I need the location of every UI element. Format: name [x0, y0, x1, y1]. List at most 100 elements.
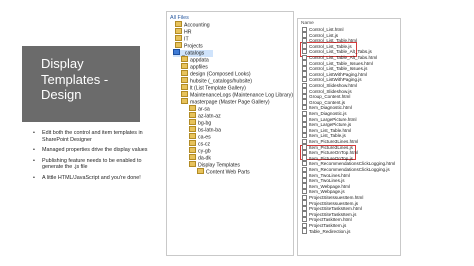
- file-name: Item_RecommendationsClickLogging.js: [309, 167, 390, 172]
- folder-icon: [189, 133, 196, 139]
- file-row[interactable]: ProjectTaskItem.js: [302, 222, 347, 229]
- folder-icon: [189, 105, 196, 111]
- file-row[interactable]: Item_Webpage.js: [302, 188, 345, 195]
- file-row[interactable]: Control_List_Table.html: [302, 37, 358, 44]
- file-row[interactable]: Control_List.html: [302, 26, 343, 33]
- folder-icon: [189, 161, 196, 167]
- file-name: Item_Picture3Lines.js: [309, 144, 353, 150]
- file-name: Item_RecommendationsClickLogging.html: [309, 161, 396, 167]
- file-name: Item_PictureOnTop.js: [309, 155, 353, 161]
- file-name: Item_TwoLines.html: [309, 172, 350, 178]
- file-name: ProjectSiteTasksItem.js: [309, 211, 357, 217]
- file-row[interactable]: Control_ListWithPaging.js: [302, 76, 362, 83]
- file-name: Item_Webpage.html: [309, 183, 351, 189]
- file-row[interactable]: Control_List_Table_Alt_Tabs.js: [302, 48, 372, 55]
- file-name: ProjectSiteIssuesItem.html: [309, 195, 364, 200]
- file-name: Control_ListWithPaging.html: [309, 71, 367, 77]
- file-row[interactable]: Item_Webpage.html: [302, 183, 351, 189]
- folder-icon: [175, 35, 182, 41]
- file-name: Item_TwoLines.js: [309, 178, 345, 184]
- folder-icon: [189, 126, 196, 132]
- file-row[interactable]: Control_List_Table.js: [302, 43, 352, 49]
- file-row[interactable]: Item_Diagnostic.html: [302, 104, 352, 111]
- file-name: Item_LargePicture.html: [309, 116, 357, 122]
- tree-item-catalogs[interactable]: _catalogs: [173, 49, 213, 57]
- file-list-panel: Name Control_List.html Control_List.js Con…: [297, 18, 401, 256]
- file-row[interactable]: Item_Picture3Lines.html: [302, 138, 358, 145]
- file-name: Control_List_Table.js: [309, 43, 352, 49]
- file-name: Group_Content.html: [309, 94, 351, 100]
- file-name: Control_Slideshow.js: [309, 88, 352, 94]
- file-name: ProjectTaskItem.html: [309, 217, 352, 223]
- file-name: Item_List_Table.html: [309, 127, 352, 133]
- file-row[interactable]: Item_List_Table.js: [302, 132, 346, 139]
- file-row[interactable]: Item_TwoLines.js: [302, 177, 345, 184]
- file-row[interactable]: ProjectSiteTasksItem.html: [302, 205, 362, 212]
- file-row[interactable]: Item_RecommendationsClickLogging.js: [302, 166, 390, 173]
- file-icon: [302, 228, 307, 234]
- file-row[interactable]: Item_PictureOnTop.html: [302, 149, 359, 156]
- file-row[interactable]: Item_LargePicture.html: [302, 116, 357, 122]
- folder-icon: [181, 98, 188, 104]
- file-row[interactable]: Item_List_Table.html: [302, 127, 352, 133]
- file-row[interactable]: Item_PictureOnTop.js: [302, 155, 353, 161]
- file-name: Item_PictureOnTop.html: [309, 150, 359, 156]
- file-list-header: Name: [301, 21, 314, 26]
- file-name: Table_Redirection.js: [309, 228, 351, 234]
- file-row[interactable]: ProjectTaskItem.html: [302, 216, 352, 223]
- file-row[interactable]: Control_List_Table_Issues.html: [302, 60, 373, 66]
- file-row[interactable]: Control_ListWithPaging.html: [302, 71, 367, 77]
- folder-icon: [197, 168, 204, 174]
- file-row[interactable]: Item_RecommendationsClickLogging.html: [302, 160, 396, 167]
- file-name: Control_Slideshow.html: [309, 83, 358, 88]
- file-row[interactable]: Control_List.js: [302, 32, 339, 38]
- file-name: ProjectSiteTasksItem.html: [309, 206, 362, 212]
- file-row[interactable]: Control_Slideshow.html: [302, 82, 358, 89]
- file-row[interactable]: Group_Content.html: [302, 93, 351, 100]
- file-name: Group_Content.js: [309, 99, 346, 105]
- folder-icon: [181, 77, 188, 83]
- file-row[interactable]: Item_TwoLines.html: [302, 172, 350, 178]
- file-name: Control_List_Table_Alt_Tabs.html: [309, 55, 378, 60]
- folder-icon: [181, 63, 188, 69]
- tree-item-maintenancelogs[interactable]: MaintenanceLogs (Maintenance Log Library…: [181, 91, 293, 99]
- file-name: ProjectSiteIssuesItem.js: [309, 200, 359, 206]
- tree-item-lt[interactable]: lt (List Template Gallery): [181, 84, 246, 92]
- file-row[interactable]: ProjectSiteTasksItem.js: [302, 211, 357, 217]
- file-row[interactable]: Table_Redirection.js: [302, 228, 351, 234]
- file-name: Control_List_Table_Issues.html: [309, 60, 373, 66]
- file-name: Item_Webpage.js: [309, 189, 345, 195]
- file-row[interactable]: Control_List_Table_Issues.js: [302, 65, 368, 72]
- tree-item-content-web-parts[interactable]: Content Web Parts: [197, 168, 250, 176]
- file-name: Control_List_Table.html: [309, 38, 358, 44]
- file-name: Control_List.js: [309, 32, 339, 38]
- folder-icon: [175, 28, 182, 34]
- file-name: Control_List_Table_Issues.js: [309, 66, 368, 72]
- bullet-item: Publishing feature needs to be enabled t…: [33, 158, 155, 171]
- file-name: Item_LargePicture.js: [309, 122, 352, 128]
- file-row[interactable]: Control_List_Table_Alt_Tabs.html: [302, 54, 378, 61]
- slide-title: Display Templates - Design: [41, 56, 109, 102]
- folder-icon: [175, 21, 182, 27]
- file-row[interactable]: Control_Slideshow.js: [302, 88, 352, 94]
- file-row[interactable]: ProjectSiteIssuesItem.html: [302, 194, 364, 201]
- bullet-item: Managed properties drive the display val…: [33, 147, 155, 154]
- file-row[interactable]: Item_Picture3Lines.js: [302, 144, 353, 150]
- folder-icon: [189, 112, 196, 118]
- file-row[interactable]: Item_LargePicture.js: [302, 121, 352, 128]
- file-name: Item_Diagnostic.js: [309, 111, 347, 116]
- folder-icon: [189, 147, 196, 153]
- file-row[interactable]: ProjectSiteIssuesItem.js: [302, 200, 359, 206]
- folder-icon: [181, 84, 188, 90]
- file-name: ProjectTaskItem.js: [309, 223, 347, 228]
- tree-item-hubsite[interactable]: hubsite (_catalogs/hubsite): [181, 77, 252, 85]
- file-row[interactable]: Group_Content.js: [302, 99, 346, 105]
- bullet-list: Edit both the control and item templates…: [33, 130, 155, 186]
- folder-icon: [189, 140, 196, 146]
- tree-item-design[interactable]: design (Composed Looks): [181, 70, 251, 78]
- folder-icon: [181, 70, 188, 76]
- file-row[interactable]: Item_Diagnostic.js: [302, 110, 347, 117]
- file-name: Item_Diagnostic.html: [309, 105, 352, 111]
- folder-icon: [173, 49, 180, 55]
- bullet-item: A little HTML/JavaScript and you're done…: [33, 175, 155, 182]
